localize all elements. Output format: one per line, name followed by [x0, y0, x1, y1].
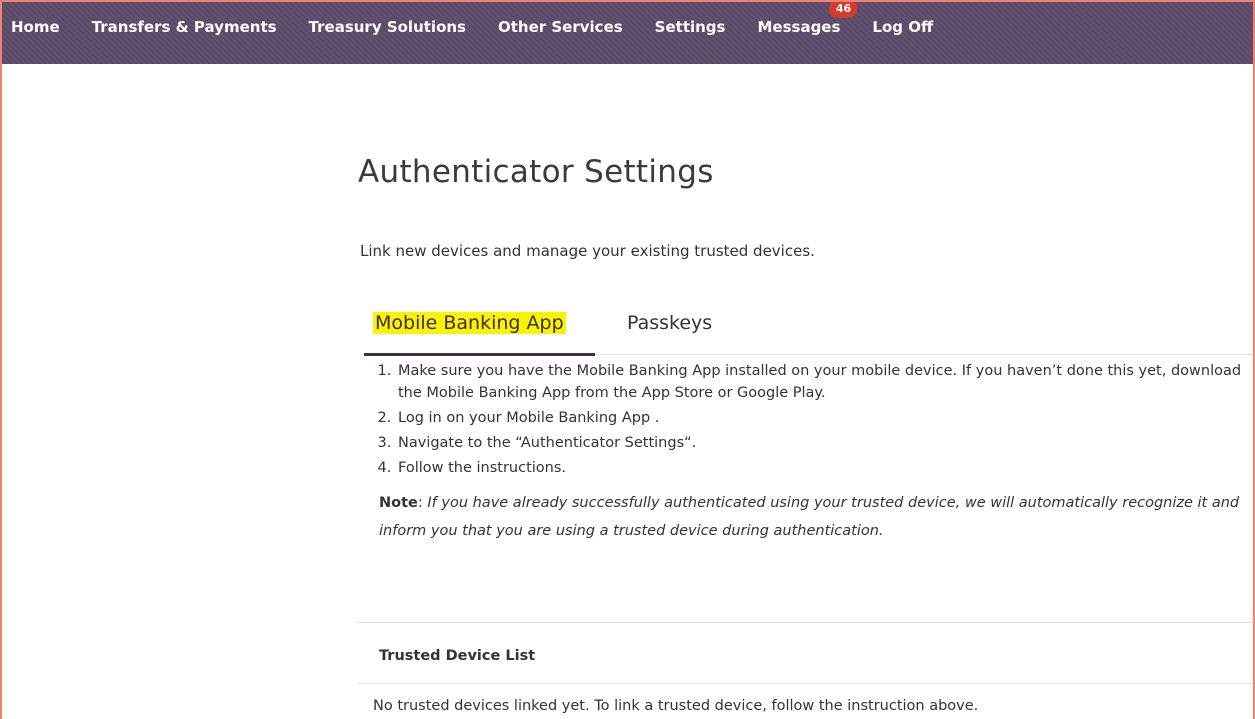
tab-mobile-banking-app[interactable]: Mobile Banking App [373, 312, 566, 334]
nav-messages-label: Messages [757, 18, 841, 36]
page-subtitle: Link new devices and manage your existin… [360, 242, 815, 260]
messages-count-badge: 46 [829, 2, 858, 18]
active-tab-indicator [364, 353, 595, 356]
section-divider [358, 622, 1253, 623]
nav-transfers-payments[interactable]: Transfers & Payments [92, 18, 277, 36]
instruction-step: Log in on your Mobile Banking App . [396, 407, 1253, 429]
trusted-device-list-header: Trusted Device List [379, 648, 536, 664]
nav-log-off[interactable]: Log Off [872, 18, 933, 36]
nav-settings[interactable]: Settings [655, 18, 726, 36]
trusted-devices-empty-message: No trusted devices linked yet. To link a… [373, 698, 979, 714]
nav-other-services[interactable]: Other Services [498, 18, 623, 36]
section-divider [358, 683, 1253, 684]
instruction-step: Follow the instructions. [396, 457, 1253, 479]
tab-bar: Mobile Banking App Passkeys [364, 292, 1253, 356]
instructions-panel: Make sure you have the Mobile Banking Ap… [364, 360, 1253, 545]
note-label: Note [379, 495, 418, 511]
app-window: Home Transfers & Payments Treasury Solut… [0, 0, 1255, 719]
nav-home[interactable]: Home [11, 18, 60, 36]
instruction-step: Make sure you have the Mobile Banking Ap… [396, 360, 1253, 404]
tab-passkeys[interactable]: Passkeys [627, 312, 712, 334]
nav-treasury-solutions[interactable]: Treasury Solutions [309, 18, 466, 36]
top-navigation: Home Transfers & Payments Treasury Solut… [2, 2, 1253, 64]
page-title: Authenticator Settings [358, 154, 714, 190]
note: Note: If you have already successfully a… [379, 495, 1240, 539]
note-text: If you have already successfully authent… [379, 495, 1240, 539]
nav-messages[interactable]: Messages 46 [757, 2, 858, 36]
instruction-steps: Make sure you have the Mobile Banking Ap… [364, 360, 1253, 479]
instruction-step: Navigate to the “Authenticator Settings“… [396, 432, 1253, 454]
